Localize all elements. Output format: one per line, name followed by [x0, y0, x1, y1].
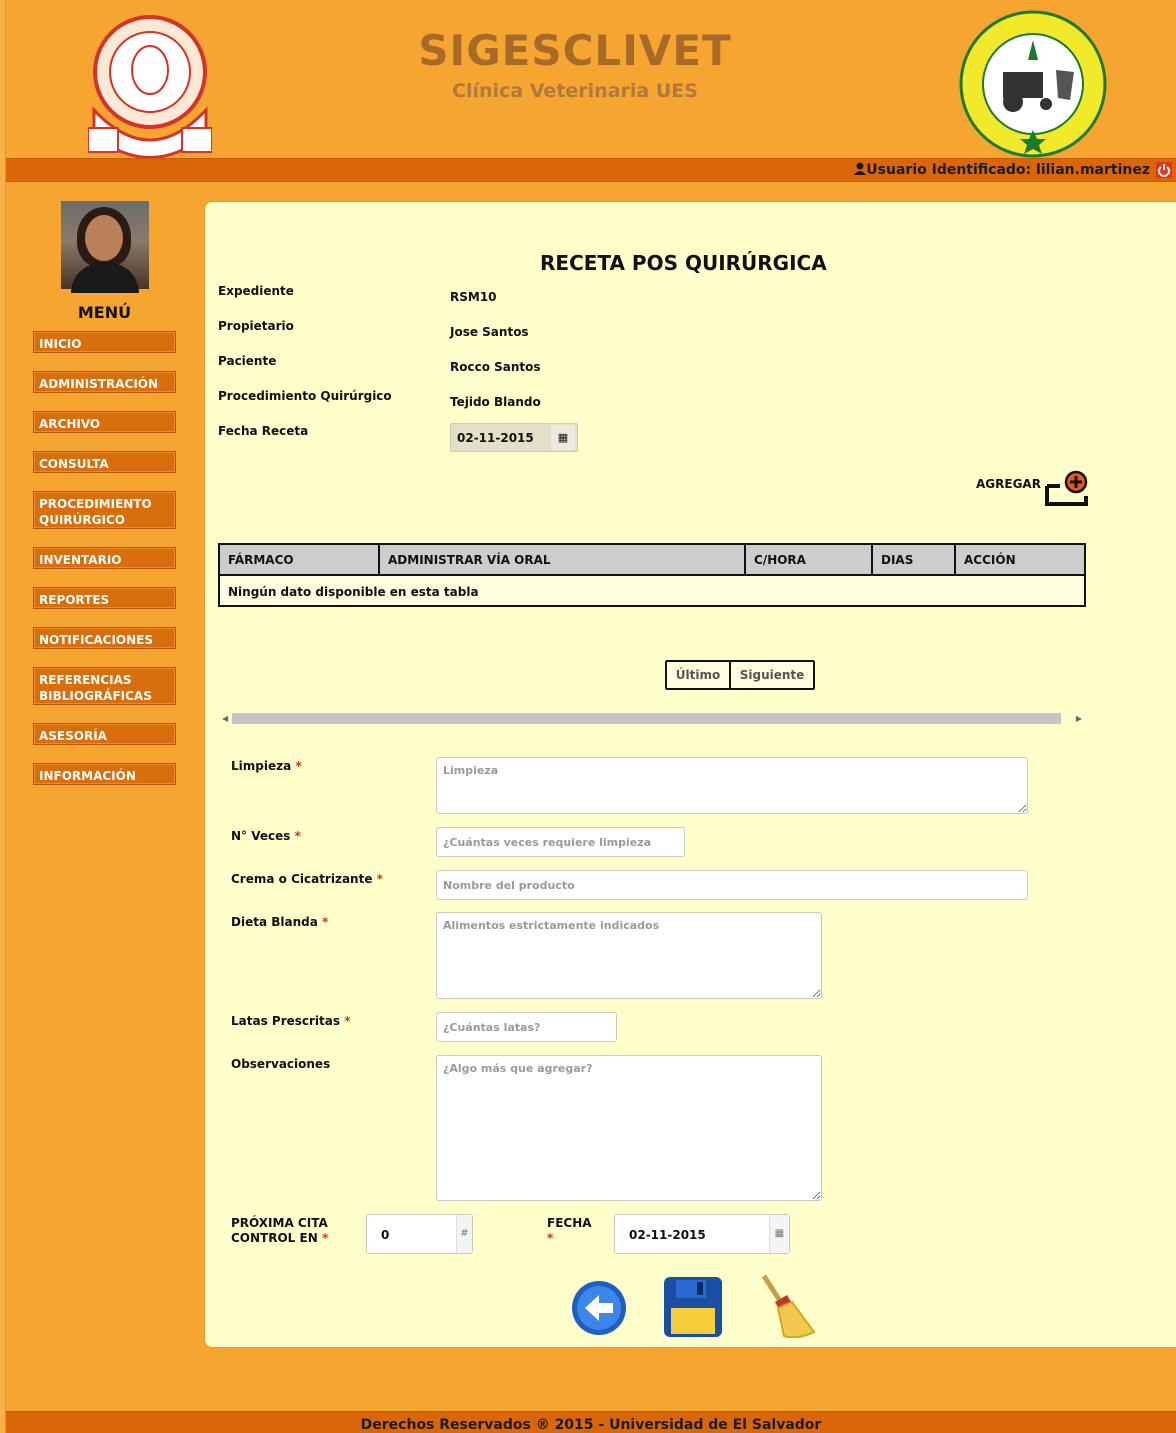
scrollbar-thumb[interactable] [232, 713, 1061, 724]
user-label: Usuario Identificado: lilian.martinez [866, 162, 1150, 178]
footer-text: Derechos Reservados ® 2015 - Universidad… [360, 1417, 822, 1433]
info-value-paciente: Rocco Santos [450, 360, 541, 374]
table-header: FÁRMACO ADMINISTRAR VÍA ORAL C/HORA DIAS… [220, 545, 1084, 576]
menu-item-notificaciones[interactable]: NOTIFICACIONES [33, 627, 176, 649]
fecha-label: FECHA * [547, 1216, 592, 1245]
number-addon: # [456, 1215, 472, 1253]
limpieza-textarea[interactable] [436, 757, 1028, 814]
table-horizontal-scrollbar[interactable]: ◀ ▶ [218, 712, 1086, 725]
observaciones-textarea[interactable] [436, 1055, 822, 1201]
column-dias[interactable]: DIAS [871, 545, 954, 576]
calendar-icon[interactable]: ▦ [551, 425, 575, 450]
page-edge [0, 0, 6, 1433]
scroll-left-icon[interactable]: ◀ [222, 712, 228, 725]
avatar [61, 201, 149, 293]
fecha-receta-value: 02-11-2015 [457, 431, 534, 445]
university-logo [87, 10, 213, 160]
menu-item-procedimiento-quirurgico[interactable]: PROCEDIMIENTO QUIRÚRGICO [33, 491, 176, 529]
user-icon [854, 162, 867, 175]
info-value-propietario: Jose Santos [450, 325, 529, 339]
column-accion[interactable]: ACCIÓN [954, 545, 1084, 576]
menu-item-inventario[interactable]: INVENTARIO [33, 547, 176, 569]
info-label-propietario: Propietario [218, 319, 294, 333]
site-subtitle: Clínica Veterinaria UES [452, 80, 698, 102]
receta-table: FÁRMACO ADMINISTRAR VÍA ORAL C/HORA DIAS… [218, 543, 1086, 607]
menu-item-consulta[interactable]: CONSULTA [33, 451, 176, 473]
agregar-label[interactable]: AGREGAR [976, 477, 1041, 491]
proxima-cita-label: PRÓXIMA CITA CONTROL EN * [231, 1216, 329, 1245]
pager-last-button[interactable]: Último [665, 660, 731, 690]
info-label-procedimiento: Procedimiento Quirúrgico [218, 389, 392, 403]
limpieza-label: Limpieza * [231, 759, 302, 773]
user-identified: Usuario Identificado: lilian.martinez [854, 162, 1150, 178]
menu-item-referencias-bibliograficas[interactable]: REFERENCIAS BIBLIOGRÁFICAS [33, 667, 176, 705]
menu-title: MENÚ [77, 303, 132, 322]
clear-broom-icon[interactable] [758, 1274, 816, 1339]
proxima-cita-input[interactable]: 0 # [366, 1214, 473, 1254]
veces-label: N° Veces * [231, 829, 301, 843]
observaciones-label: Observaciones [231, 1057, 331, 1071]
latas-input[interactable] [436, 1012, 617, 1042]
veces-input[interactable] [436, 827, 685, 857]
info-value-procedimiento: Tejido Blando [450, 395, 541, 409]
user-bar: Usuario Identificado: lilian.martinez [6, 158, 1176, 182]
calendar-icon[interactable]: ▦ [769, 1215, 789, 1253]
back-arrow-icon[interactable] [571, 1280, 627, 1336]
info-value-expediente: RSM10 [450, 290, 497, 304]
logout-power-icon[interactable] [1156, 162, 1172, 178]
column-via-oral[interactable]: ADMINISTRAR VÍA ORAL [378, 545, 744, 576]
table-empty-message: Ningún dato disponible en esta tabla [228, 585, 479, 599]
menu-item-asesoria[interactable]: ASESORÍA [33, 723, 176, 745]
fecha-cita-input[interactable]: 02-11-2015 ▦ [614, 1214, 790, 1254]
info-label-fecha-receta: Fecha Receta [218, 424, 309, 438]
dieta-label: Dieta Blanda * [231, 915, 329, 929]
fecha-receta-field[interactable]: 02-11-2015 ▦ [450, 423, 578, 452]
crema-label: Crema o Cicatrizante * [231, 872, 383, 886]
proxima-cita-value: 0 [381, 1228, 390, 1242]
add-item-icon[interactable] [1044, 470, 1089, 506]
site-title: SIGESCLIVET [418, 26, 732, 75]
latas-label: Latas Prescritas * [231, 1014, 351, 1028]
menu-item-administracion[interactable]: ADMINISTRACIÓN [33, 371, 176, 393]
save-floppy-icon[interactable] [663, 1276, 723, 1338]
dieta-textarea[interactable] [436, 912, 822, 999]
info-label-expediente: Expediente [218, 284, 294, 298]
column-farmaco[interactable]: FÁRMACO [220, 545, 379, 576]
pager-next-button[interactable]: Siguiente [729, 660, 815, 690]
menu-item-reportes[interactable]: REPORTES [33, 587, 176, 609]
menu-item-archivo[interactable]: ARCHIVO [33, 411, 176, 433]
info-label-paciente: Paciente [218, 354, 277, 368]
fecha-cita-value: 02-11-2015 [629, 1228, 706, 1242]
crema-input[interactable] [436, 870, 1028, 900]
column-c-hora[interactable]: C/HORA [744, 545, 871, 576]
menu-item-informacion[interactable]: INFORMACIÓN [33, 763, 176, 785]
scroll-right-icon[interactable]: ▶ [1076, 712, 1082, 725]
menu-item-inicio[interactable]: INICIO [33, 331, 176, 353]
agronomy-logo [958, 10, 1108, 158]
